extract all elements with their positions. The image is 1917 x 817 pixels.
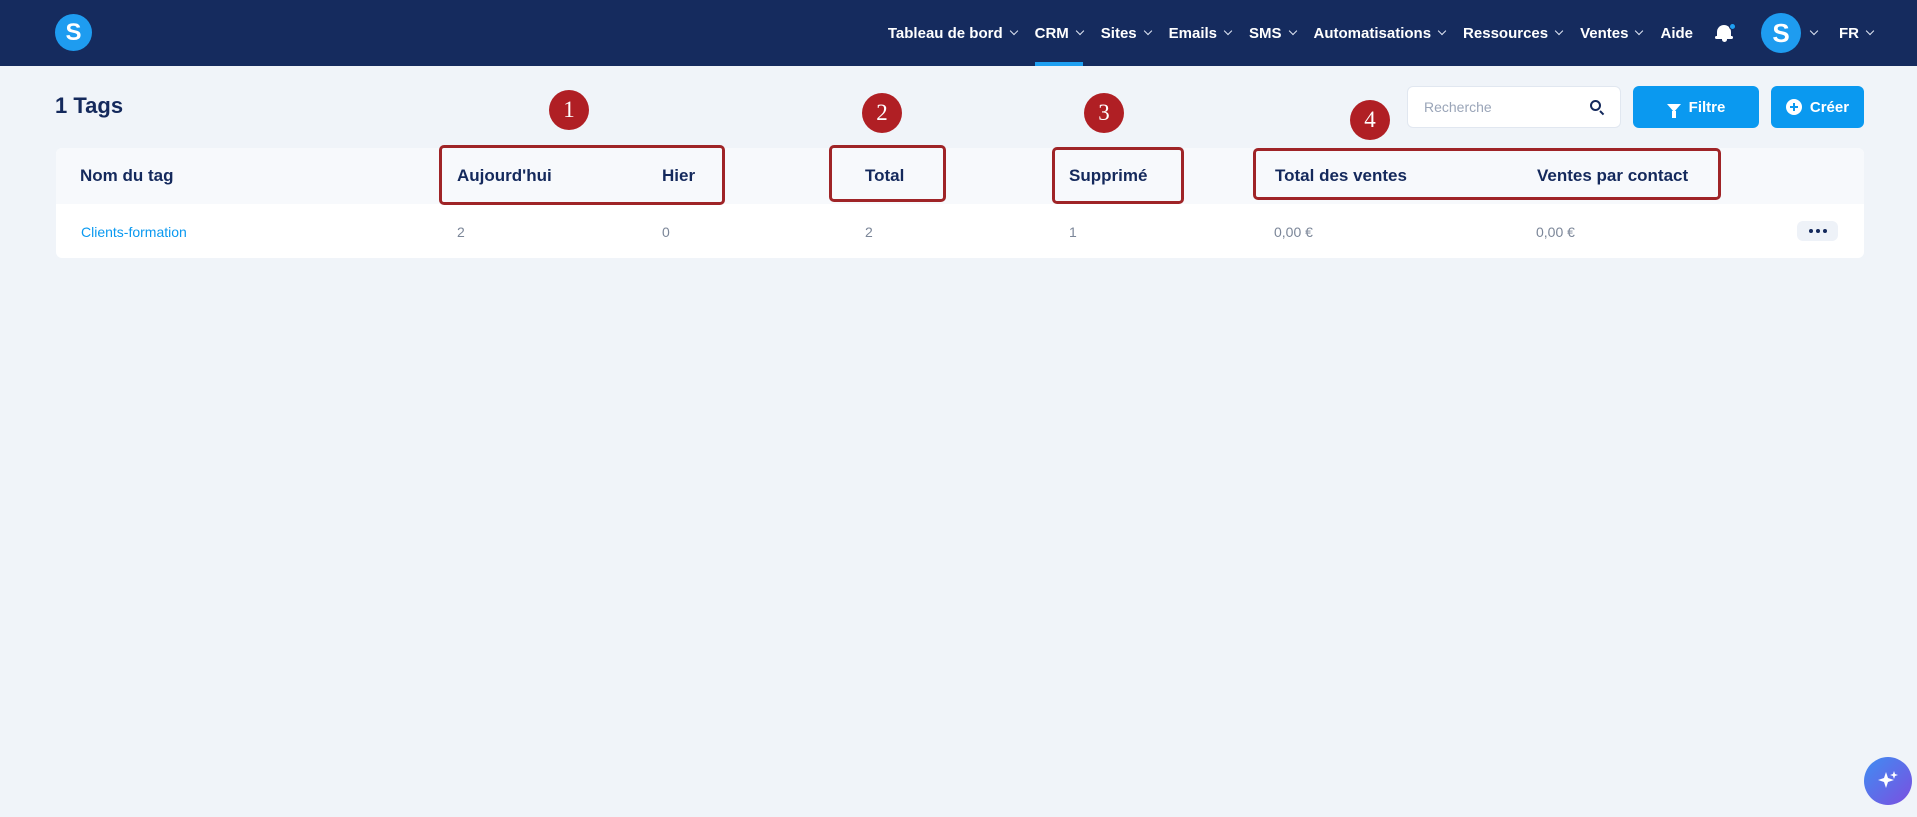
chevron-down-icon	[1075, 26, 1085, 36]
annotation-marker-3: 3	[1084, 93, 1124, 133]
filter-button-label: Filtre	[1688, 98, 1726, 116]
cell-sales-per-contact: 0,00 €	[1536, 224, 1575, 240]
annotation-box-4	[1253, 148, 1721, 200]
top-navigation-bar: S Tableau de bord CRM Sites Emails SMS A…	[0, 0, 1917, 66]
page-title: 1 Tags	[55, 93, 124, 118]
chevron-down-icon	[1223, 26, 1233, 36]
cell-total: 2	[865, 224, 873, 240]
create-button[interactable]: Créer	[1771, 86, 1864, 128]
nav-item-tableau-de-bord[interactable]: Tableau de bord	[887, 0, 1018, 66]
annotation-marker-2: 2	[862, 93, 902, 133]
nav-item-label: Automatisations	[1313, 24, 1432, 42]
row-actions-more-icon[interactable]	[1797, 221, 1838, 241]
filter-icon	[1666, 104, 1681, 118]
ai-assistant-button[interactable]	[1864, 757, 1912, 805]
annotation-box-1	[439, 145, 725, 205]
main-nav: Tableau de bord CRM Sites Emails SMS Aut…	[870, 0, 1875, 66]
chevron-down-icon[interactable]	[1809, 26, 1819, 36]
nav-item-label: Sites	[1100, 24, 1137, 42]
nav-item-label: Tableau de bord	[887, 24, 1003, 42]
annotation-box-3	[1052, 147, 1184, 204]
search-box[interactable]	[1407, 86, 1621, 128]
nav-item-label: Ressources	[1463, 24, 1549, 42]
tag-name-link[interactable]: Clients-formation	[81, 224, 187, 240]
chevron-down-icon	[1009, 26, 1018, 36]
nav-item-label: Ventes	[1580, 24, 1629, 42]
filter-button[interactable]: Filtre	[1633, 86, 1759, 128]
nav-item-label: SMS	[1249, 24, 1282, 42]
nav-item-ventes[interactable]: Ventes	[1580, 0, 1644, 66]
nav-item-crm[interactable]: CRM	[1034, 0, 1085, 66]
search-input[interactable]	[1424, 99, 1574, 115]
annotation-marker-4: 4	[1350, 100, 1390, 140]
nav-item-ressources[interactable]: Ressources	[1463, 0, 1564, 66]
chevron-down-icon	[1865, 26, 1875, 36]
nav-item-sms[interactable]: SMS	[1249, 0, 1297, 66]
nav-item-label: Emails	[1168, 24, 1218, 42]
cell-today: 2	[457, 224, 465, 240]
notification-bell-icon[interactable]	[1715, 23, 1736, 43]
sparkle-icon	[1878, 771, 1898, 788]
app-logo[interactable]: S	[55, 14, 92, 51]
nav-item-sites[interactable]: Sites	[1100, 0, 1152, 66]
nav-item-label: CRM	[1034, 24, 1069, 42]
cell-total-sales: 0,00 €	[1274, 224, 1313, 240]
language-label: FR	[1839, 24, 1859, 42]
create-button-label: Créer	[1809, 98, 1850, 116]
search-icon[interactable]	[1590, 100, 1605, 116]
cell-deleted: 1	[1069, 224, 1077, 240]
nav-item-automatisations[interactable]: Automatisations	[1313, 0, 1447, 66]
language-selector[interactable]: FR	[1839, 0, 1875, 66]
chevron-down-icon	[1288, 26, 1297, 36]
column-header-tag-name[interactable]: Nom du tag	[80, 166, 174, 186]
cell-yesterday: 0	[662, 224, 670, 240]
nav-item-aide[interactable]: Aide	[1660, 0, 1693, 66]
annotation-marker-1: 1	[549, 90, 589, 130]
nav-item-emails[interactable]: Emails	[1168, 0, 1233, 66]
chevron-down-icon	[1437, 26, 1447, 36]
annotation-box-2	[829, 145, 946, 202]
chevron-down-icon	[1635, 26, 1644, 36]
notification-dot	[1729, 23, 1736, 30]
chevron-down-icon	[1554, 26, 1564, 36]
user-avatar[interactable]: S	[1761, 13, 1801, 53]
chevron-down-icon	[1143, 26, 1152, 36]
plus-circle-icon	[1785, 99, 1802, 115]
nav-item-label: Aide	[1660, 24, 1693, 42]
